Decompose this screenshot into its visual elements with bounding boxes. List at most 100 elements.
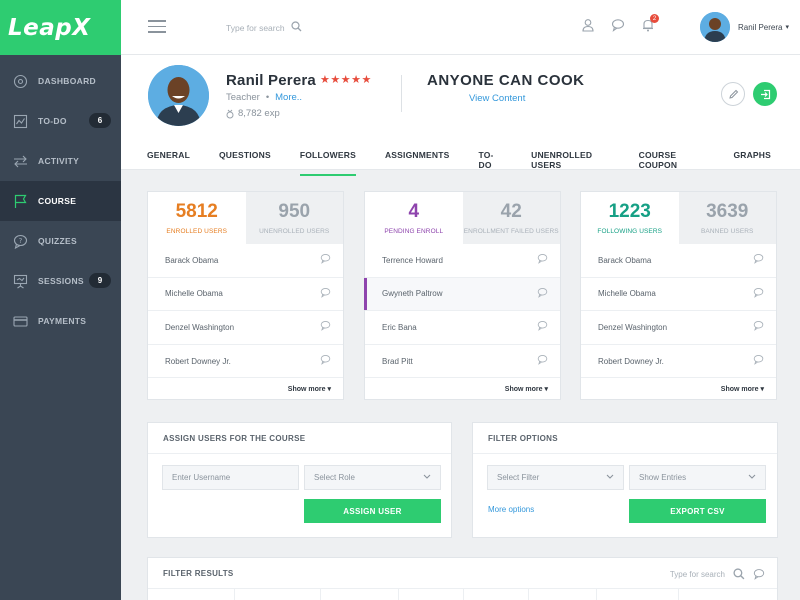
show-more-button[interactable]: Show more ▾ [288,385,331,393]
assign-user-button[interactable]: ASSIGN USER [304,499,441,523]
chat-icon[interactable] [537,285,548,303]
chat-icon[interactable] [320,318,331,336]
chat-icon[interactable] [753,318,764,336]
tab-graphs[interactable]: GRAPHS [733,150,771,176]
user-menu[interactable]: Ranil Perera ▾ [700,12,789,42]
sidebar-item-to-do[interactable]: TO-DO 6 [0,101,121,141]
stat-label: ENROLLMENT FAILED USERS [463,228,559,235]
chat-icon[interactable] [537,251,548,269]
list-item[interactable]: Barack Obama [148,244,343,278]
list-item[interactable]: Eric Bana [365,311,560,345]
export-csv-button[interactable]: EXPORT CSV [629,499,766,523]
list-item[interactable]: Gwyneth Paltrow [364,277,560,312]
view-content-link[interactable]: View Content [469,93,525,104]
assign-panel-title: ASSIGN USERS FOR THE COURSE [148,423,451,454]
list-item[interactable]: Denzel Washington [148,311,343,345]
stat-tab[interactable]: 4 PENDING ENROLL [365,192,463,244]
chevron-down-icon[interactable]: ▾ [785,23,789,31]
user-name: Eric Bana [382,322,417,332]
list-item[interactable]: Michelle Obama [148,278,343,312]
chat-icon[interactable] [320,352,331,370]
more-options-link[interactable]: More options [488,505,534,514]
svg-text:?: ? [19,237,23,245]
sidebar-item-course[interactable]: COURSE [0,181,121,221]
sidebar-item-payments[interactable]: PAYMENTS [0,301,121,341]
course-title: ANYONE CAN COOK [427,72,585,89]
tab-unenrolled-users[interactable]: UNENROLLED USERS [531,150,610,176]
chat-icon[interactable] [753,568,765,580]
show-more-button[interactable]: Show more ▾ [721,385,764,393]
user-icon[interactable] [581,18,595,34]
sidebar-item-quizzes[interactable]: ? QUIZZES [0,221,121,261]
sidebar-item-activity[interactable]: ACTIVITY [0,141,121,181]
top-search[interactable]: Type for search [226,21,302,34]
chat-icon[interactable] [537,352,548,370]
stat-label: ENROLLED USERS [166,228,228,235]
show-more-button[interactable]: Show more ▾ [505,385,548,393]
user-name: Denzel Washington [598,322,668,332]
edit-button[interactable] [721,82,745,106]
filter-select[interactable]: Select Filter [487,465,624,490]
results-search[interactable]: Type for search [670,568,765,580]
sidebar-item-sessions[interactable]: SESSIONS 9 [0,261,121,301]
tab-followers[interactable]: FOLLOWERS [299,150,356,176]
rating-stars: ★★★★★ [320,74,372,86]
entries-select[interactable]: Show Entries [629,465,766,490]
list-item[interactable]: Brad Pitt [365,345,560,379]
stat-tab[interactable]: 1223 FOLLOWING USERS [581,192,679,244]
profile-avatar [148,65,209,126]
chat-icon[interactable] [320,251,331,269]
exit-button[interactable] [753,82,777,106]
dashboard-icon [12,73,29,90]
top-search-input[interactable]: Type for search [226,23,285,33]
role-select[interactable]: Select Role [304,465,441,490]
tab-questions[interactable]: QUESTIONS [219,150,271,176]
tab-general[interactable]: GENERAL [147,150,190,176]
card-icon [12,313,29,330]
list-item[interactable]: Terrence Howard [365,244,560,278]
leapx-logo[interactable]: LeapX [0,0,121,55]
username-placeholder: Enter Username [172,473,231,482]
more-link[interactable]: More.. [275,92,302,103]
search-icon[interactable] [290,21,302,34]
hamburger-menu-icon[interactable] [148,20,166,33]
user-name: Michelle Obama [598,289,656,299]
bell-icon[interactable]: 2 [641,14,659,34]
stat-tab[interactable]: 3639 BANNED USERS [678,192,776,244]
logo-text: LeapX [8,14,91,41]
todo-icon [12,113,29,130]
chat-icon[interactable] [611,18,625,34]
list-item[interactable]: Robert Downey Jr. [581,345,776,379]
sidebar-item-dashboard[interactable]: DASHBOARD [0,61,121,101]
user-name: Barack Obama [598,255,652,265]
divider [401,75,402,112]
tab-assignments[interactable]: ASSIGNMENTS [385,150,450,176]
username-input[interactable]: Enter Username [162,465,299,490]
stat-tab[interactable]: 42 ENROLLMENT FAILED USERS [462,192,560,244]
avatar[interactable] [700,12,730,42]
chat-icon[interactable] [753,285,764,303]
chat-icon[interactable] [753,251,764,269]
chevron-down-icon: ▾ [760,386,764,393]
profile-header: Ranil Perera ★★★★★ Teacher • More.. 8,782 … [121,55,800,176]
tab-course-coupon[interactable]: COURSE COUPON [639,150,705,176]
stat-tab[interactable]: 950 UNENROLLED USERS [245,192,343,244]
stat-value: 4 [408,201,420,222]
chat-icon[interactable] [753,352,764,370]
list-item[interactable]: Barack Obama [581,244,776,278]
stat-label: FOLLOWING USERS [597,228,663,235]
tab-to-do[interactable]: TO-DO [479,150,503,176]
results-search-input[interactable]: Type for search [670,570,725,579]
list-item[interactable]: Robert Downey Jr. [148,345,343,379]
user-name: Robert Downey Jr. [165,356,231,366]
list-item[interactable]: Michelle Obama [581,278,776,312]
filter-select-value: Select Filter [497,473,540,482]
list-item[interactable]: Denzel Washington [581,311,776,345]
search-icon[interactable] [733,568,745,580]
stat-tab[interactable]: 5812 ENROLLED USERS [148,192,246,244]
sidebar-item-label: SESSIONS [38,276,84,286]
chat-icon[interactable] [320,285,331,303]
user-list: Terrence Howard Gwyneth Paltrow Eric Bana B… [364,244,560,379]
sidebar-nav: DASHBOARD TO-DO 6 ACTIVITY COURSE? QUIZZES SES… [0,55,121,341]
chat-icon[interactable] [537,318,548,336]
